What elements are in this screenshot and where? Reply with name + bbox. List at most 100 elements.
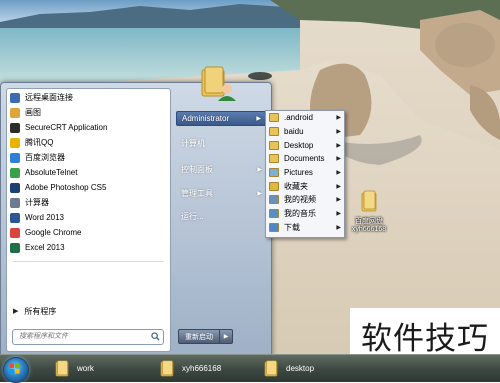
chevron-right-icon: ▶ [336,129,341,136]
submenu-item[interactable]: .android ▶ [266,111,344,125]
folder-icon [160,360,174,377]
pictures-icon [269,168,279,178]
user-picture-icon [201,66,236,101]
favorites-icon [269,181,279,191]
start-menu: 远程桌面连接 画图 SecureCRT Application 腾讯QQ 百度浏览器 Ab… [0,66,272,356]
folder-icon [55,360,69,377]
start-menu-right-pane: Administrator ▶ 计算机 控制面板 ▶ 管理工具 ▶ 运行... 重新启动 ▶ [173,66,269,355]
submenu-item-label: 收藏夹 [284,181,308,191]
program-label: SecureCRT Application [25,123,108,132]
program-item[interactable]: 远程桌面连接 [7,90,170,105]
submenu-item[interactable]: Documents ▶ [266,152,344,166]
taskbar: work xyh666168 desktop [0,354,500,383]
desktop-icon-label-line1: 百度网盘 [355,218,383,225]
right-pane-item-label: Administrator [182,114,230,123]
calculator-icon [10,197,20,208]
paint-icon [10,107,20,118]
chevron-right-icon: ▶ [336,142,341,149]
program-item[interactable]: Excel 2013 [7,240,170,255]
program-item[interactable]: 腾讯QQ [7,135,170,150]
search-box[interactable] [12,329,164,345]
right-pane-item[interactable]: 管理工具 ▶ [176,186,266,201]
taskbar-button-label: xyh666168 [182,364,222,373]
taskbar-button[interactable]: xyh666168 [160,358,221,379]
submenu-item-label: Pictures [284,168,313,178]
taskbar-button[interactable]: work [55,358,94,379]
program-label: Google Chrome [25,228,82,237]
chevron-right-icon: ▶ [336,197,341,204]
photoshop-icon [10,182,20,193]
excel-icon [10,242,20,253]
program-label: 画图 [25,108,41,117]
videos-icon [269,195,279,205]
chrome-icon [10,227,20,238]
submenu-item-label: Desktop [284,140,314,150]
chevron-right-icon: ▶ [257,167,262,173]
program-item[interactable]: AbsoluteTelnet [7,165,170,180]
submenu-item[interactable]: 我的音乐 ▶ [266,207,344,221]
program-label: AbsoluteTelnet [25,168,78,177]
chevron-right-icon: ▶ [336,115,341,122]
right-pane-item[interactable]: 计算机 [176,136,266,151]
desktop-folder-icon[interactable]: 百度网盘 xyh666168 [344,190,394,233]
pinned-programs-list: 远程桌面连接 画图 SecureCRT Application 腾讯QQ 百度浏览器 Ab… [7,89,170,255]
chevron-right-icon: ▶ [336,211,341,218]
submenu-item-label: .android [284,113,313,123]
program-item[interactable]: 计算器 [7,195,170,210]
program-label: Adobe Photoshop CS5 [25,183,107,192]
administrator-submenu: .android ▶ baidu ▶ Desktop ▶ Documents ▶ Picture… [265,110,345,238]
search-icon[interactable] [151,332,160,341]
chevron-right-icon: ▶ [336,224,341,231]
submenu-item-label: 我的音乐 [284,209,316,219]
right-pane-item-label: 控制面板 [181,165,213,174]
submenu-item-label: baidu [284,127,304,137]
restart-button[interactable]: 重新启动 [178,329,220,344]
program-label: 远程桌面连接 [25,93,73,102]
folder-icon [269,127,279,137]
securecrt-icon [10,122,20,133]
program-item[interactable]: Word 2013 [7,210,170,225]
submenu-item[interactable]: baidu ▶ [266,125,344,139]
submenu-item[interactable]: 下载 ▶ [266,221,344,235]
program-label: 计算器 [25,198,49,207]
word-icon [10,212,20,223]
shutdown-options-button[interactable]: ▶ [220,329,233,344]
submenu-item[interactable]: 收藏夹 ▶ [266,179,344,193]
right-pane-item[interactable]: Administrator ▶ [176,111,266,126]
shutdown-control: 重新启动 ▶ [178,329,233,344]
taskbar-button[interactable]: desktop [264,358,314,379]
triangle-right-icon: ▶ [13,308,19,315]
divider [13,261,164,262]
program-item[interactable]: SecureCRT Application [7,120,170,135]
right-pane-item[interactable]: 运行... [176,209,266,224]
program-item[interactable]: 画图 [7,105,170,120]
folder-icon [361,190,377,212]
search-input[interactable] [13,330,147,342]
right-pane-item[interactable]: 控制面板 ▶ [176,162,266,177]
right-pane-item-label: 计算机 [181,139,205,148]
chevron-right-icon: ▶ [336,170,341,177]
right-pane-item-label: 管理工具 [181,189,213,198]
program-item[interactable]: Adobe Photoshop CS5 [7,180,170,195]
chevron-right-icon: ▶ [256,116,261,122]
chevron-right-icon: ▶ [336,183,341,190]
submenu-item-label: Documents [284,154,325,164]
taskbar-button-label: desktop [286,364,315,373]
submenu-item[interactable]: Pictures ▶ [266,166,344,180]
folder-icon [269,140,279,150]
taskbar-button-label: work [77,364,94,373]
submenu-item[interactable]: Desktop ▶ [266,138,344,152]
documents-icon [269,154,279,164]
folder-icon [269,113,279,123]
program-item[interactable]: 百度浏览器 [7,150,170,165]
start-button[interactable] [3,357,29,383]
submenu-item-label: 下载 [284,222,300,232]
submenu-item[interactable]: 我的视频 ▶ [266,193,344,207]
all-programs-label: 所有程序 [24,306,57,316]
program-label: Word 2013 [25,213,64,222]
all-programs-button[interactable]: ▶ 所有程序 [7,303,176,319]
submenu-item-label: 我的视频 [284,195,316,205]
program-item[interactable]: Google Chrome [7,225,170,240]
remote-desktop-icon [10,92,20,103]
program-label: Excel 2013 [25,243,65,252]
